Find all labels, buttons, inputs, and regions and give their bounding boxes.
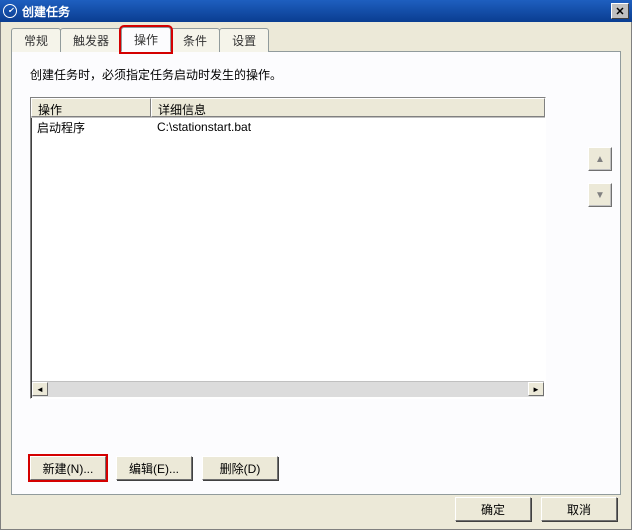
tab-settings[interactable]: 设置 <box>219 28 269 52</box>
cell-action: 启动程序 <box>31 118 151 137</box>
tab-actions[interactable]: 操作 <box>121 27 171 52</box>
dialog-body: 常规 触发器 操作 条件 设置 创建任务时，必须指定任务启动时发生的操作。 操作… <box>0 22 632 530</box>
close-button[interactable]: ✕ <box>611 3 629 19</box>
actions-list-wrap: 操作 详细信息 启动程序 C:\stationstart.bat ◄ ► ▲ ▼ <box>30 97 570 399</box>
window-title: 创建任务 <box>22 3 611 20</box>
list-row[interactable]: 启动程序 C:\stationstart.bat <box>31 118 545 136</box>
actions-panel: 创建任务时，必须指定任务启动时发生的操作。 操作 详细信息 启动程序 C:\st… <box>11 51 621 495</box>
tab-conditions[interactable]: 条件 <box>170 28 220 52</box>
col-detail[interactable]: 详细信息 <box>151 98 545 117</box>
clock-icon <box>3 4 17 18</box>
ok-button[interactable]: 确定 <box>455 497 531 521</box>
chevron-down-icon: ▼ <box>595 190 605 201</box>
action-buttons: 新建(N)... 编辑(E)... 删除(D) <box>30 456 278 480</box>
actions-list[interactable]: 操作 详细信息 启动程序 C:\stationstart.bat ◄ ► <box>30 97 546 399</box>
chevron-up-icon: ▲ <box>595 154 605 165</box>
list-header: 操作 详细信息 <box>31 98 545 118</box>
edit-button[interactable]: 编辑(E)... <box>116 456 192 480</box>
tab-strip: 常规 触发器 操作 条件 设置 <box>11 30 268 52</box>
titlebar: 创建任务 ✕ <box>0 0 632 22</box>
tab-triggers[interactable]: 触发器 <box>60 28 122 52</box>
move-down-button[interactable]: ▼ <box>588 183 612 207</box>
dialog-footer: 确定 取消 <box>455 497 617 521</box>
reorder-buttons: ▲ ▼ <box>588 147 612 207</box>
col-action[interactable]: 操作 <box>31 98 151 117</box>
tab-general[interactable]: 常规 <box>11 28 61 52</box>
new-button[interactable]: 新建(N)... <box>30 456 106 480</box>
cell-detail: C:\stationstart.bat <box>151 119 545 135</box>
scroll-left-icon[interactable]: ◄ <box>32 382 48 396</box>
delete-button[interactable]: 删除(D) <box>202 456 278 480</box>
panel-description: 创建任务时，必须指定任务启动时发生的操作。 <box>30 66 602 83</box>
cancel-button[interactable]: 取消 <box>541 497 617 521</box>
move-up-button[interactable]: ▲ <box>588 147 612 171</box>
scroll-right-icon[interactable]: ► <box>528 382 544 396</box>
horizontal-scrollbar[interactable]: ◄ ► <box>32 381 544 397</box>
